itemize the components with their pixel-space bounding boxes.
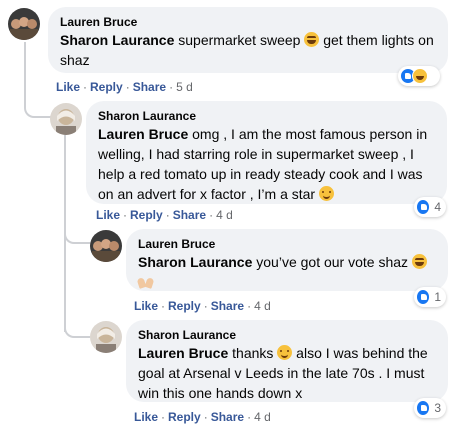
like-button[interactable]: Like <box>96 208 120 222</box>
reply-button[interactable]: Reply <box>130 208 163 222</box>
comment-author[interactable]: Sharon Laurance <box>138 327 436 343</box>
mention-link[interactable]: Lauren Bruce <box>98 126 188 142</box>
comment-author[interactable]: Lauren Bruce <box>60 14 436 30</box>
like-button[interactable]: Like <box>134 299 158 313</box>
reply-button[interactable]: Reply <box>168 299 201 313</box>
avatar[interactable] <box>50 103 82 135</box>
thread-connector <box>64 316 90 338</box>
comment-bubble: Lauren Bruce Sharon Laurance supermarket… <box>48 7 448 73</box>
avatar[interactable] <box>90 230 122 262</box>
comment-text: Lauren Bruce omg , I am the most famous … <box>98 126 428 202</box>
share-button[interactable]: Share <box>133 80 166 94</box>
reaction-summary[interactable]: 1 <box>414 287 446 307</box>
timestamp[interactable]: 4 d <box>254 299 271 313</box>
comment-actions: Like · Reply · Share · 4 d <box>134 410 271 424</box>
comment-bubble: Sharon Laurance Lauren Bruce omg , I am … <box>86 101 447 204</box>
raised-hands-emoji-icon <box>138 276 154 289</box>
reaction-summary[interactable]: 3 <box>414 398 446 418</box>
comment-author[interactable]: Sharon Laurance <box>98 108 435 124</box>
reaction-summary[interactable]: 4 <box>414 197 446 217</box>
reaction-summary[interactable] <box>398 66 440 86</box>
timestamp[interactable]: 4 d <box>254 410 271 424</box>
comment-text: Sharon Laurance supermarket sweep get th… <box>60 32 434 68</box>
mention-link[interactable]: Sharon Laurance <box>138 254 252 270</box>
share-button[interactable]: Share <box>173 208 206 222</box>
like-icon <box>416 400 431 416</box>
timestamp[interactable]: 5 d <box>176 80 193 94</box>
like-button[interactable]: Like <box>134 410 158 424</box>
like-icon <box>416 289 431 305</box>
share-button[interactable]: Share <box>211 410 244 424</box>
reply-button[interactable]: Reply <box>90 80 123 94</box>
comment-text: Lauren Bruce thanks also I was behind th… <box>138 345 428 401</box>
haha-icon <box>412 68 428 84</box>
thread-connector <box>64 222 90 244</box>
laughing-emoji-icon <box>304 32 320 47</box>
comment-author[interactable]: Lauren Bruce <box>138 236 436 252</box>
timestamp[interactable]: 4 d <box>216 208 233 222</box>
mention-link[interactable]: Sharon Laurance <box>60 32 174 48</box>
comment-actions: Like · Reply · Share · 4 d <box>96 208 233 222</box>
comment-text: Sharon Laurance you’ve got our vote shaz <box>138 252 436 292</box>
like-icon <box>416 199 431 215</box>
avatar[interactable] <box>90 321 122 353</box>
comment-actions: Like · Reply · Share · 4 d <box>134 299 271 313</box>
like-button[interactable]: Like <box>56 80 80 94</box>
smiling-emoji-icon <box>277 345 293 360</box>
comment-bubble: Sharon Laurance Lauren Bruce thanks also… <box>126 320 448 402</box>
thread-line <box>24 42 26 90</box>
mention-link[interactable]: Lauren Bruce <box>138 345 228 361</box>
smiling-emoji-icon <box>318 186 334 201</box>
reaction-count: 3 <box>434 401 441 415</box>
reply-button[interactable]: Reply <box>168 410 201 424</box>
reaction-count: 4 <box>434 200 441 214</box>
share-button[interactable]: Share <box>211 299 244 313</box>
reaction-count: 1 <box>434 290 441 304</box>
avatar[interactable] <box>8 8 40 40</box>
comment-actions: Like · Reply · Share · 5 d <box>56 80 193 94</box>
thread-connector <box>24 88 52 118</box>
laughing-emoji-icon <box>411 254 427 269</box>
comment-bubble: Lauren Bruce Sharon Laurance you’ve got … <box>126 229 448 291</box>
